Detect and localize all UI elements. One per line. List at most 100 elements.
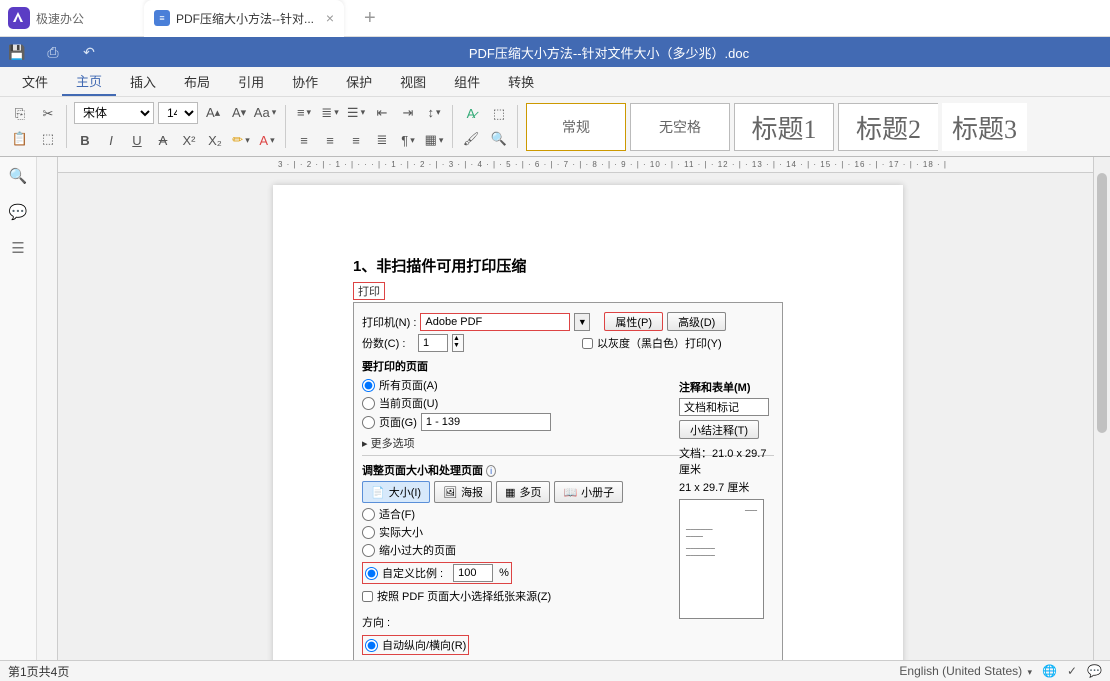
strike-icon[interactable]: A (152, 129, 174, 151)
format-painter-icon[interactable]: 🖌 (460, 128, 482, 150)
scroll-thumb[interactable] (1097, 173, 1107, 433)
properties-button[interactable]: 属性(P) (604, 312, 663, 331)
style-h3[interactable]: 标题3 (942, 103, 1027, 151)
style-nospace[interactable]: 无空格 (630, 103, 730, 151)
bullets-icon[interactable]: ≡▾ (293, 102, 315, 124)
highlight-icon[interactable]: ✏▾ (230, 129, 252, 151)
change-case-icon[interactable]: Aa▾ (254, 102, 276, 124)
scale-input[interactable] (453, 564, 493, 582)
radio-current-page[interactable] (362, 397, 375, 410)
search-icon[interactable]: 🔍 (9, 167, 28, 185)
subscript-icon[interactable]: X₂ (204, 129, 226, 151)
style-normal[interactable]: 常规 (526, 103, 626, 151)
tab-booklet-button[interactable]: 📖 小册子 (554, 481, 623, 503)
menu-convert[interactable]: 转换 (494, 68, 548, 95)
align-right-icon[interactable]: ≡ (345, 129, 367, 151)
spinner-icon[interactable]: ▲▼ (452, 334, 464, 352)
menu-insert[interactable]: 插入 (116, 68, 170, 95)
summarize-button[interactable]: 小结注释(T) (679, 420, 759, 439)
comments-icon[interactable]: 💬 (1087, 664, 1102, 678)
undo-icon[interactable]: ↶ (80, 43, 98, 61)
comments-select[interactable] (679, 398, 769, 416)
paste-icon[interactable]: 📋 (9, 128, 31, 150)
advanced-button[interactable]: 高级(D) (667, 312, 726, 331)
scrollbar-vertical[interactable] (1093, 157, 1110, 660)
select-icon[interactable]: ⬚ (488, 103, 510, 125)
find-icon[interactable]: 🔍 (488, 128, 510, 150)
copy-icon[interactable]: ⎘ (9, 103, 31, 125)
underline-icon[interactable]: U (126, 129, 148, 151)
printer-select[interactable] (420, 313, 570, 331)
lbl-paper-size: 21 x 29.7 厘米 (679, 479, 774, 495)
radio-custom-scale[interactable] (365, 567, 378, 580)
menu-home[interactable]: 主页 (62, 67, 116, 96)
dedent-icon[interactable]: ⇤ (371, 102, 393, 124)
align-center-icon[interactable]: ≡ (319, 129, 341, 151)
font-color-icon[interactable]: A▾ (256, 129, 278, 151)
cut-icon[interactable]: ✂ (37, 103, 59, 125)
dropdown-icon[interactable]: ▼ (574, 313, 590, 331)
radio-shrink[interactable] (362, 544, 375, 557)
font-shrink-icon[interactable]: A▾ (228, 102, 250, 124)
lbl-printer: 打印机(N) : (362, 314, 416, 330)
justify-icon[interactable]: ≣ (371, 129, 393, 151)
save-icon[interactable]: 💾 (8, 43, 26, 61)
print-icon[interactable]: ⎙ (44, 43, 62, 61)
close-icon[interactable]: × (326, 10, 334, 26)
app-logo-icon (8, 7, 30, 29)
outline-icon[interactable]: ☰ (11, 239, 24, 257)
menu-protect[interactable]: 保护 (332, 68, 386, 95)
spellcheck-icon[interactable]: ✓ (1067, 664, 1077, 678)
radio-fit[interactable] (362, 508, 375, 521)
align-left-icon[interactable]: ≡ (293, 129, 315, 151)
menu-view[interactable]: 视图 (386, 68, 440, 95)
menu-ref[interactable]: 引用 (224, 68, 278, 95)
indent-icon[interactable]: ⇥ (397, 102, 419, 124)
grayscale-checkbox[interactable] (582, 338, 593, 349)
lbl-copies: 份数(C) : (362, 335, 414, 351)
font-select[interactable]: 宋体 (74, 102, 154, 124)
font-grow-icon[interactable]: A▴ (202, 102, 224, 124)
toolbar: ⎘ 📋 ✂ ⬚ 宋体 14 A▴ A▾ Aa▾ B I U A X² X₂ ✏▾… (0, 97, 1110, 157)
radio-actual[interactable] (362, 526, 375, 539)
shading-icon[interactable]: ▦▾ (423, 129, 445, 151)
tab-size-button[interactable]: 📄 大小(I) (362, 481, 430, 503)
line-spacing-icon[interactable]: ↕▾ (423, 102, 445, 124)
radio-pages[interactable] (362, 416, 375, 429)
italic-icon[interactable]: I (100, 129, 122, 151)
grp-pages: 要打印的页面 (362, 358, 774, 374)
paper-source-checkbox[interactable] (362, 591, 373, 602)
language-selector[interactable]: English (United States) ▾ (899, 664, 1032, 678)
doc-title: PDF压缩大小方法--针对文件大小（多少兆）.doc (116, 43, 1102, 62)
radio-auto-orient[interactable] (365, 639, 378, 652)
menu-bar: 文件 主页 插入 布局 引用 协作 保护 视图 组件 转换 (0, 67, 1110, 97)
tab-multi-button[interactable]: ▦ 多页 (496, 481, 550, 503)
comment-icon[interactable]: 💬 (9, 203, 28, 221)
menu-collab[interactable]: 协作 (278, 68, 332, 95)
size-select[interactable]: 14 (158, 102, 198, 124)
tab-poster-button[interactable]: 🖼 海报 (434, 481, 492, 503)
radio-all-pages[interactable] (362, 379, 375, 392)
copies-input[interactable] (418, 334, 448, 352)
globe-icon[interactable]: 🌐 (1042, 664, 1057, 678)
ruler-vertical (37, 157, 58, 660)
menu-file[interactable]: 文件 (8, 68, 62, 95)
numbering-icon[interactable]: ≣▾ (319, 102, 341, 124)
document-tab[interactable]: ≡ PDF压缩大小方法--针对... × (144, 0, 344, 37)
page-status: 第1页共4页 (8, 663, 69, 680)
ruler-horizontal: 3 · | · 2 · | · 1 · | · · · | · 1 · | · … (58, 157, 1093, 173)
cursor-icon[interactable]: ⬚ (37, 128, 59, 150)
pages-input[interactable] (421, 413, 551, 431)
menu-component[interactable]: 组件 (440, 68, 494, 95)
superscript-icon[interactable]: X² (178, 129, 200, 151)
multilevel-icon[interactable]: ☰▾ (345, 102, 367, 124)
doc-tag: 打印 (353, 282, 385, 300)
style-h1[interactable]: 标题1 (734, 103, 834, 151)
clear-format-icon[interactable]: A̷ (460, 103, 482, 125)
menu-layout[interactable]: 布局 (170, 68, 224, 95)
bold-icon[interactable]: B (74, 129, 96, 151)
new-tab-icon[interactable]: + (364, 7, 376, 30)
style-h2[interactable]: 标题2 (838, 103, 938, 151)
lbl-grayscale: 以灰度（黑白色）打印(Y) (597, 335, 722, 351)
para-mark-icon[interactable]: ¶▾ (397, 129, 419, 151)
